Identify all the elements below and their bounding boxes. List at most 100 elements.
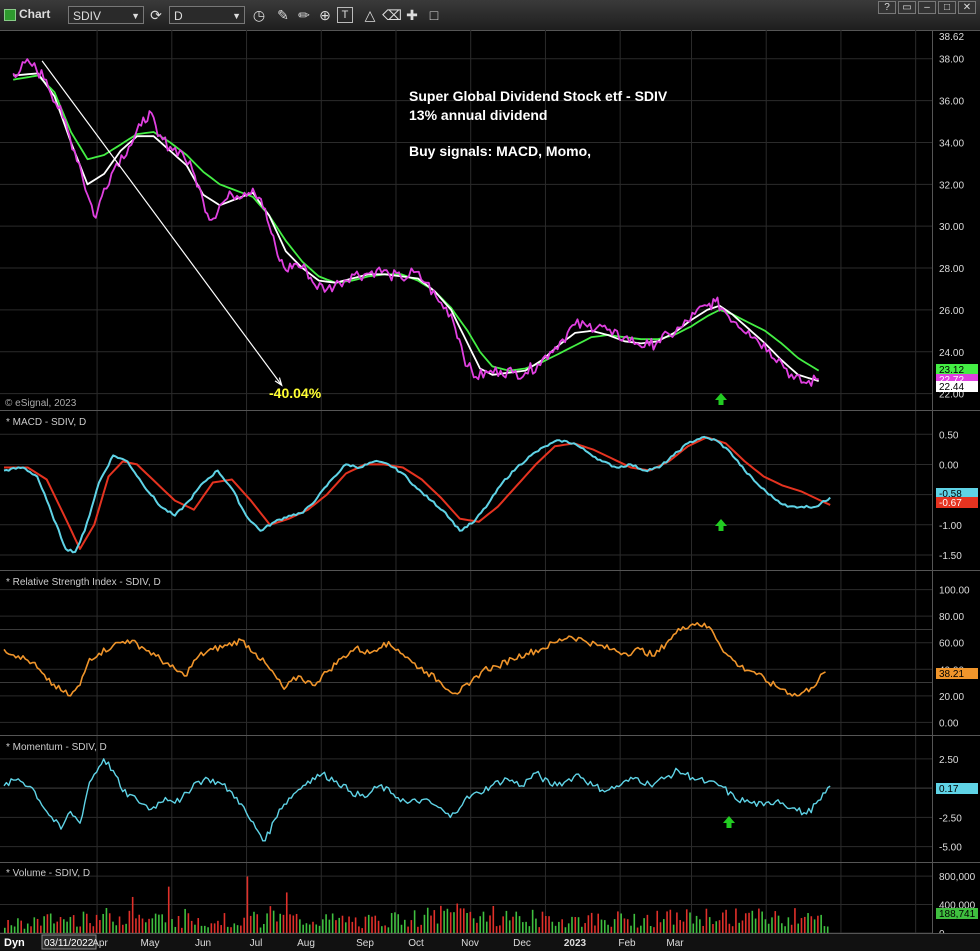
rsi-panel (0, 621, 932, 697)
volume-bar (679, 920, 681, 933)
eraser-icon[interactable]: ⌫ (382, 5, 402, 25)
volume-bar (771, 917, 773, 933)
sync-icon[interactable]: ⟳ (146, 5, 166, 25)
volume-bar (800, 918, 803, 933)
volume-bar (735, 908, 737, 933)
volume-bar (344, 922, 347, 933)
x-tick-label: 2023 (564, 938, 587, 949)
volume-bar (718, 920, 721, 933)
volume-bar (200, 925, 203, 933)
clock-icon[interactable]: ◷ (249, 5, 269, 25)
volume-bar (79, 926, 82, 933)
volume-bar (53, 923, 55, 933)
volume-bar (607, 924, 609, 933)
volume-bar (187, 913, 190, 933)
text-tool-icon[interactable]: T (337, 7, 353, 23)
volume-bar (817, 915, 819, 933)
volume-bar (190, 920, 193, 933)
volume-bar (289, 914, 291, 933)
volume-bar (135, 918, 137, 933)
volume-bar (364, 916, 367, 933)
volume-bar (148, 918, 150, 933)
volume-bar (99, 920, 101, 933)
add-circle-icon[interactable]: ⊕ (315, 5, 335, 25)
y-tick-label: 24.00 (939, 348, 964, 359)
x-axis-mode-label[interactable]: Dyn (4, 937, 25, 949)
volume-bar (154, 913, 157, 933)
volume-bar (312, 921, 314, 933)
chevron-down-icon[interactable]: ▼ (131, 7, 140, 25)
volume-bar (387, 927, 390, 933)
volume-bar (276, 921, 278, 933)
volume-bar (102, 913, 104, 933)
volume-bar (423, 914, 426, 933)
plus-icon[interactable]: ✚ (402, 5, 422, 25)
volume-bar (115, 925, 118, 933)
notes-icon[interactable]: □ (424, 5, 444, 25)
shapes-icon[interactable]: △ (360, 5, 380, 25)
x-tick-label: Feb (618, 938, 636, 949)
chart-canvas[interactable]: 38.00 36.00 34.00 32.00 30.00 28.00 26.00 24.00… (0, 30, 980, 951)
volume-bar (689, 912, 691, 933)
volume-bar (256, 914, 259, 933)
rsi-panel-title: * Relative Strength Index - SDIV, D (6, 577, 161, 588)
last-value-label: -0.67 (939, 498, 962, 509)
volume-bar (177, 916, 180, 933)
volume-bar (269, 906, 272, 933)
volume-bar (492, 905, 495, 933)
volume-bar (613, 919, 616, 933)
volume-bar (161, 914, 163, 933)
volume-bar (381, 926, 383, 933)
draw-icon[interactable]: ✏ (294, 5, 314, 25)
volume-bar (653, 927, 655, 933)
minimize-button[interactable]: – (918, 1, 936, 14)
volume-bar (469, 911, 472, 933)
chevron-down-icon[interactable]: ▼ (232, 7, 241, 25)
volume-bar (181, 927, 183, 933)
help-button[interactable]: ? (878, 1, 896, 14)
volume-bar (649, 925, 652, 933)
volume-bar (636, 927, 639, 933)
momentum-panel (0, 758, 932, 842)
volume-bar (564, 927, 567, 933)
close-button[interactable]: ✕ (958, 1, 976, 14)
volume-bar (459, 908, 462, 933)
volume-bar (761, 911, 763, 933)
volume-bar (85, 913, 88, 933)
last-value-label: 38.21 (939, 669, 964, 680)
volume-bar (456, 903, 459, 933)
pencil-icon[interactable]: ✎ (273, 5, 293, 25)
volume-bar (813, 919, 816, 933)
volume-bar (259, 927, 262, 933)
volume-bar (803, 916, 806, 933)
volume-bar (571, 916, 573, 933)
maximize-button[interactable]: □ (938, 1, 956, 14)
x-tick-label: Nov (461, 938, 479, 949)
volume-bar (210, 923, 213, 933)
volume-bar (17, 918, 19, 933)
y-tick-label: 0.00 (939, 718, 959, 729)
volume-bar (236, 925, 239, 933)
volume-bar (361, 928, 363, 933)
volume-bar (777, 915, 780, 933)
volume-bar (413, 910, 416, 933)
volume-bar (13, 926, 16, 933)
volume-bar (89, 923, 91, 933)
volume-bar (243, 917, 245, 933)
volume-bar (440, 905, 442, 933)
annotation-signals: Buy signals: MACD, Momo, (409, 143, 591, 159)
volume-bar (10, 925, 13, 933)
y-tick-label: 30.00 (939, 222, 964, 233)
volume-bar (328, 919, 331, 933)
annotation-title: Super Global Dividend Stock etf - SDIV (409, 88, 668, 104)
volume-bar (46, 914, 49, 933)
volume-bar (436, 923, 439, 933)
volume-bar (682, 921, 685, 933)
symbol-input[interactable]: SDIV ▼ (68, 6, 144, 24)
restore-button[interactable]: ▭ (898, 1, 916, 14)
volume-bar (318, 925, 321, 933)
interval-select[interactable]: D ▼ (169, 6, 245, 24)
volume-bar (662, 919, 665, 933)
volume-bar (128, 910, 131, 933)
volume-bar (692, 923, 695, 933)
